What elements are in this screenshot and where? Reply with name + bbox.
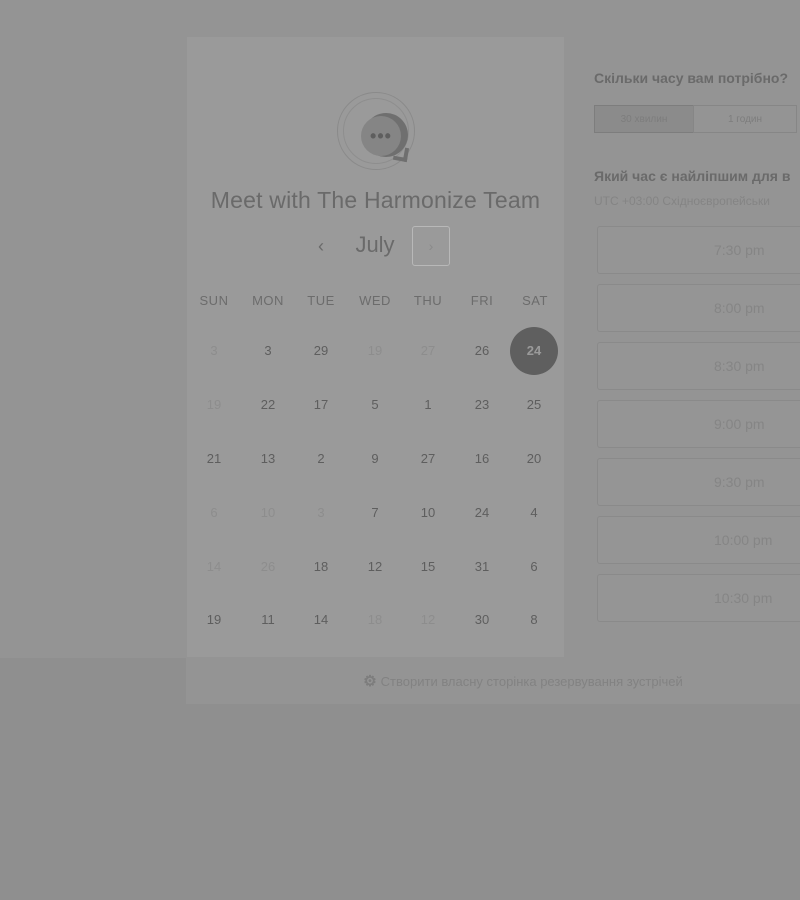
avatar: ••• [337,92,415,170]
time-slot-button[interactable]: 7:30 pm [597,226,800,274]
duration-selector: 30 хвилин 1 годин [594,105,800,135]
calendar-day[interactable]: 20 [510,435,558,483]
calendar-day[interactable]: 21 [190,435,238,483]
time-slot-button[interactable]: 10:00 pm [597,516,800,564]
duration-60-button[interactable]: 1 годин [693,105,797,133]
calendar-day[interactable]: 25 [510,381,558,429]
duration-30-button[interactable]: 30 хвилин [594,105,694,133]
time-slot-button[interactable]: 9:00 pm [597,400,800,448]
footer-bar: ⚙ Створити власну сторінка резервування … [186,658,800,704]
weekday-wed: WED [359,293,391,308]
calendar-day[interactable]: 29 [297,327,345,375]
calendar-day: 19 [367,343,383,358]
calendar-day[interactable]: 30 [458,596,506,644]
calendar-day[interactable]: 1 [404,381,452,429]
weekday-fri: FRI [470,293,494,308]
calendar-day[interactable]: 6 [510,543,558,591]
calendar-day[interactable]: 9 [351,435,399,483]
create-booking-page-link[interactable]: ⚙ Створити власну сторінка резервування … [363,672,683,690]
time-slot-button[interactable]: 9:30 pm [597,458,800,506]
chat-bubble-icon: ••• [361,116,401,156]
time-slot-button[interactable]: 8:00 pm [597,284,800,332]
calendar-day[interactable]: 19 [190,596,238,644]
calendar-day: 6 [210,505,218,520]
calendar-day[interactable]: 8 [510,596,558,644]
time-question: Який час є найліпшим для в [594,168,791,184]
calendar-day[interactable]: 27 [404,435,452,483]
calendar-day[interactable]: 5 [351,381,399,429]
calendar-day[interactable]: 13 [244,435,292,483]
calendar-day-selected[interactable]: 24 [510,327,558,375]
calendar-day: 18 [367,612,383,627]
calendar-day: 12 [420,612,436,627]
prev-month-button[interactable]: ‹ [309,234,333,258]
calendar-day[interactable]: 4 [510,489,558,537]
timezone-selector[interactable]: UTC +03:00 Східноєвропейськи [594,194,800,208]
calendar-day: 14 [206,559,222,574]
calendar-day[interactable]: 10 [404,489,452,537]
weekday-tue: TUE [307,293,335,308]
weekday-thu: THU [413,293,443,308]
calendar-day[interactable]: 16 [458,435,506,483]
weekday-sun: SUN [199,293,229,308]
calendar-panel: ••• Meet with The Harmonize Team ‹ July … [187,37,564,657]
calendar-day[interactable]: 12 [351,543,399,591]
next-month-button[interactable]: › [412,226,450,266]
time-slot-button[interactable]: 10:30 pm [597,574,800,622]
calendar-day: 26 [260,559,276,574]
duration-question: Скільки часу вам потрібно? [594,70,789,86]
calendar-day: 19 [206,397,222,412]
calendar-day[interactable]: 18 [297,543,345,591]
avatar-ring: ••• [343,98,409,164]
calendar-day[interactable]: 22 [244,381,292,429]
calendar-day[interactable]: 15 [404,543,452,591]
month-label: July [355,232,395,257]
weekday-mon: MON [252,293,284,308]
footer-link-text: Створити власну сторінка резервування зу… [380,673,683,689]
calendar-day: 27 [420,343,436,358]
page-title: Meet with The Harmonize Team [210,187,541,213]
calendar-day[interactable]: 7 [351,489,399,537]
calendar-day: 3 [210,343,218,358]
weekday-sat: SAT [522,293,548,308]
hubspot-icon: ⚙ [363,673,377,690]
month-navigation: ‹ July › [187,226,564,268]
calendar-day[interactable]: 26 [458,327,506,375]
booking-panel: Скільки часу вам потрібно? 30 хвилин 1 г… [564,37,800,657]
calendar-day[interactable]: 31 [458,543,506,591]
calendar-day[interactable]: 2 [297,435,345,483]
calendar-day[interactable]: 3 [244,327,292,375]
calendar-day[interactable]: 11 [244,596,292,644]
calendar-day[interactable]: 17 [297,381,345,429]
calendar-day[interactable]: 23 [458,381,506,429]
calendar-day[interactable]: 24 [458,489,506,537]
calendar-day: 10 [260,505,276,520]
calendar-day[interactable]: 14 [297,596,345,644]
calendar-day: 3 [317,505,325,520]
weekday-header: SUN MON TUE WED THU FRI SAT [187,293,564,311]
time-slot-button[interactable]: 8:30 pm [597,342,800,390]
